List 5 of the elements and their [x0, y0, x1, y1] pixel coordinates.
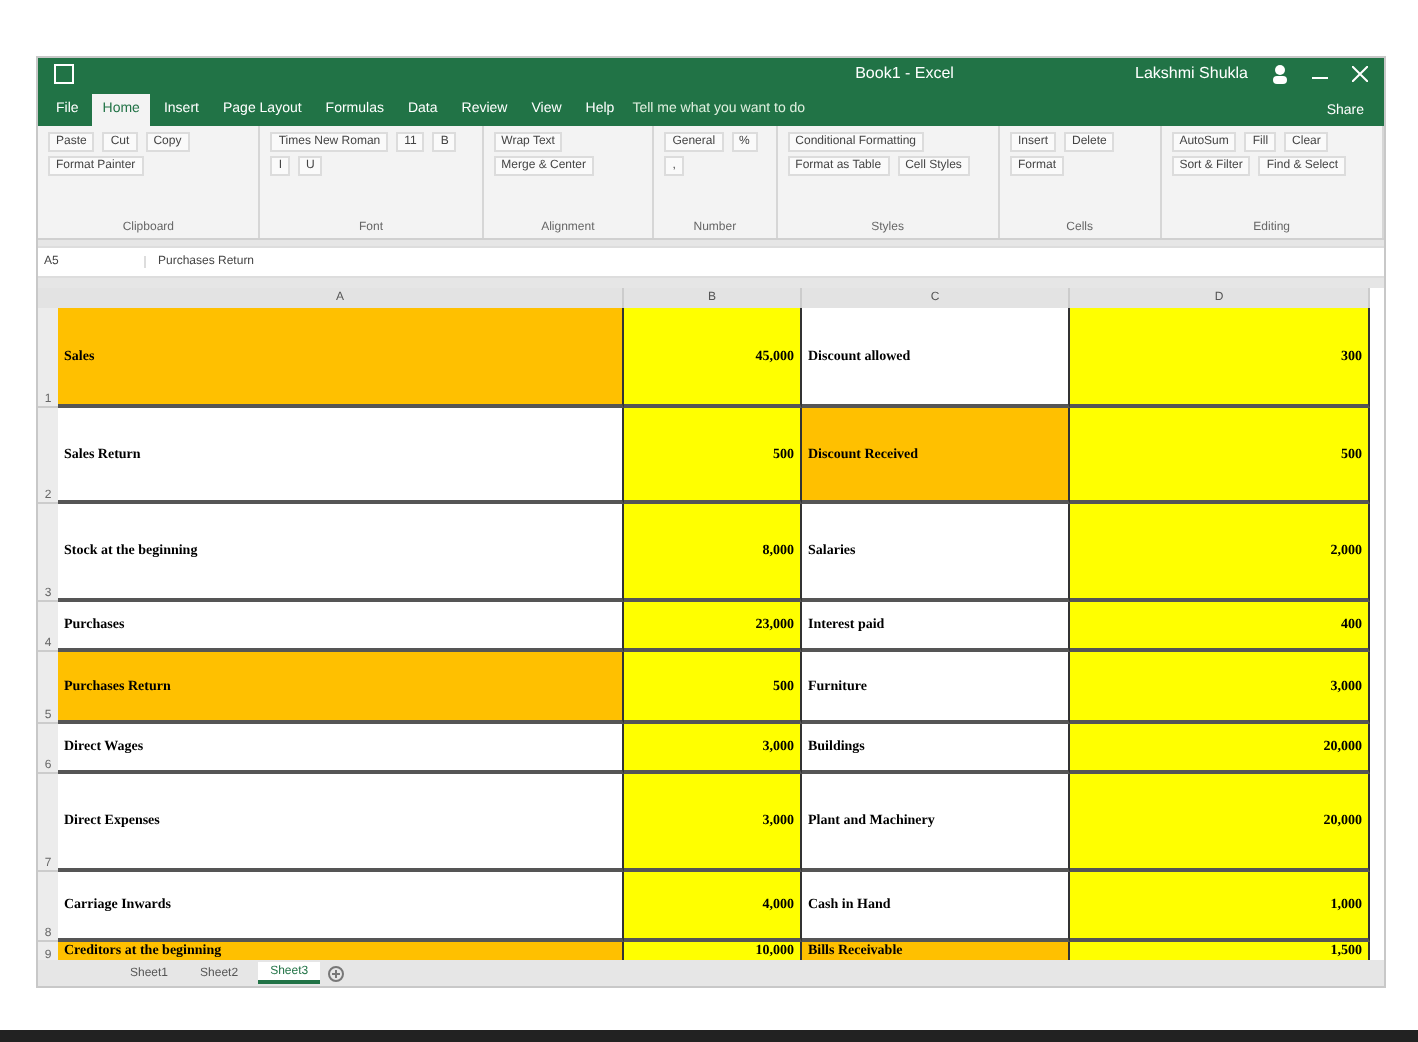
add-sheet-icon[interactable] [328, 965, 345, 982]
user-name: Lakshmi Shukla [1135, 64, 1248, 83]
window-title: Book1 - Excel [855, 64, 954, 83]
user-avatar-icon [1272, 63, 1288, 84]
close-icon[interactable] [1352, 65, 1368, 82]
